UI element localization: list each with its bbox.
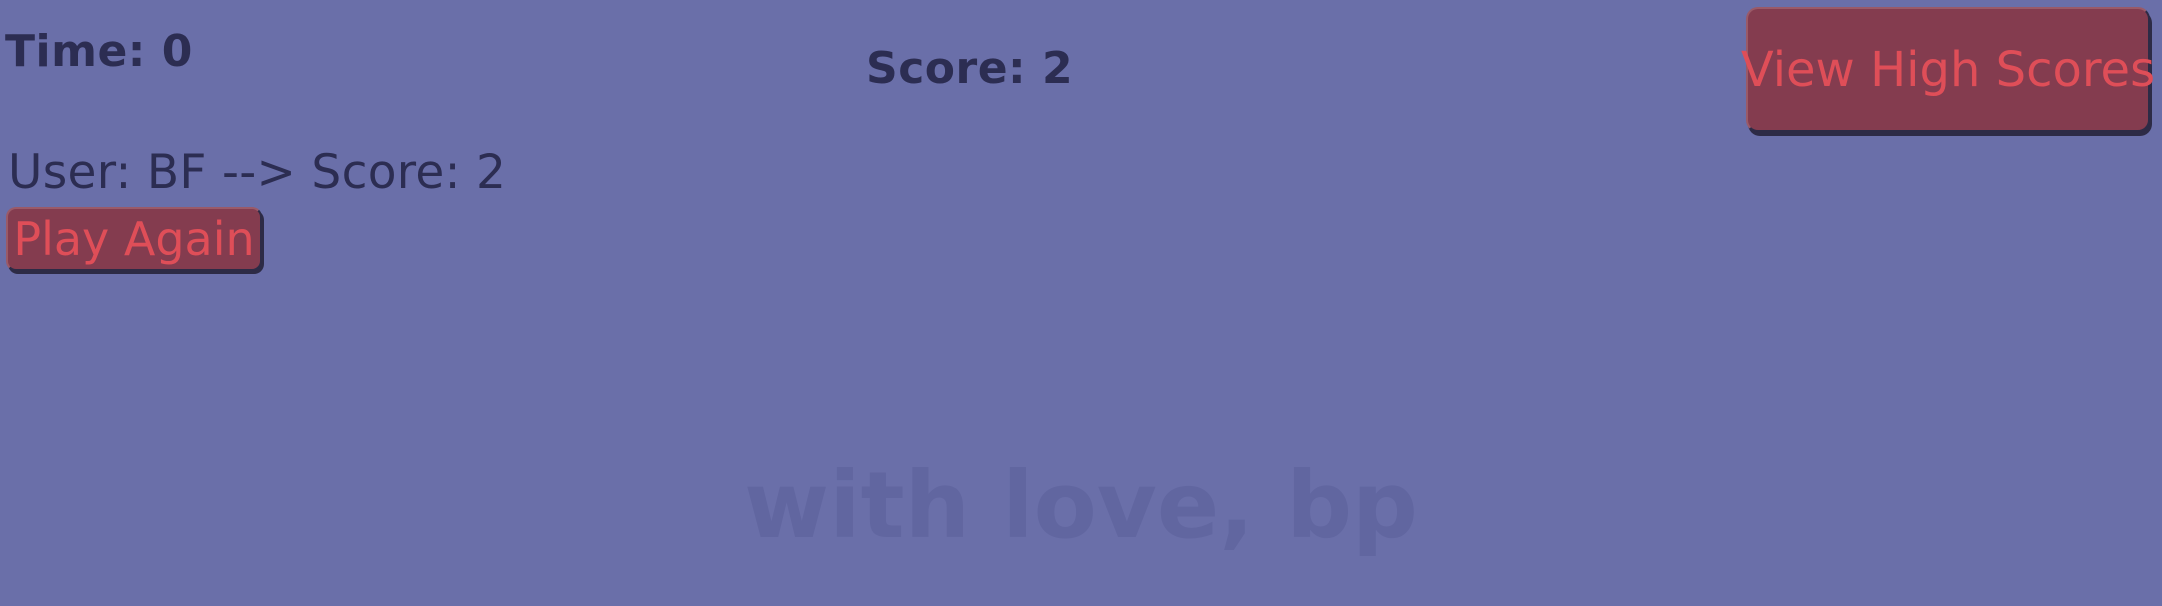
final-result-text: User: BF --> Score: 2 (8, 145, 507, 200)
play-again-button[interactable]: Play Again (6, 207, 262, 271)
timer-display: Time: 0 (5, 26, 193, 77)
score-display: Score: 2 (866, 43, 1074, 94)
view-high-scores-button[interactable]: View High Scores (1741, 7, 2155, 132)
signature-watermark: with love, bp (744, 452, 1418, 559)
